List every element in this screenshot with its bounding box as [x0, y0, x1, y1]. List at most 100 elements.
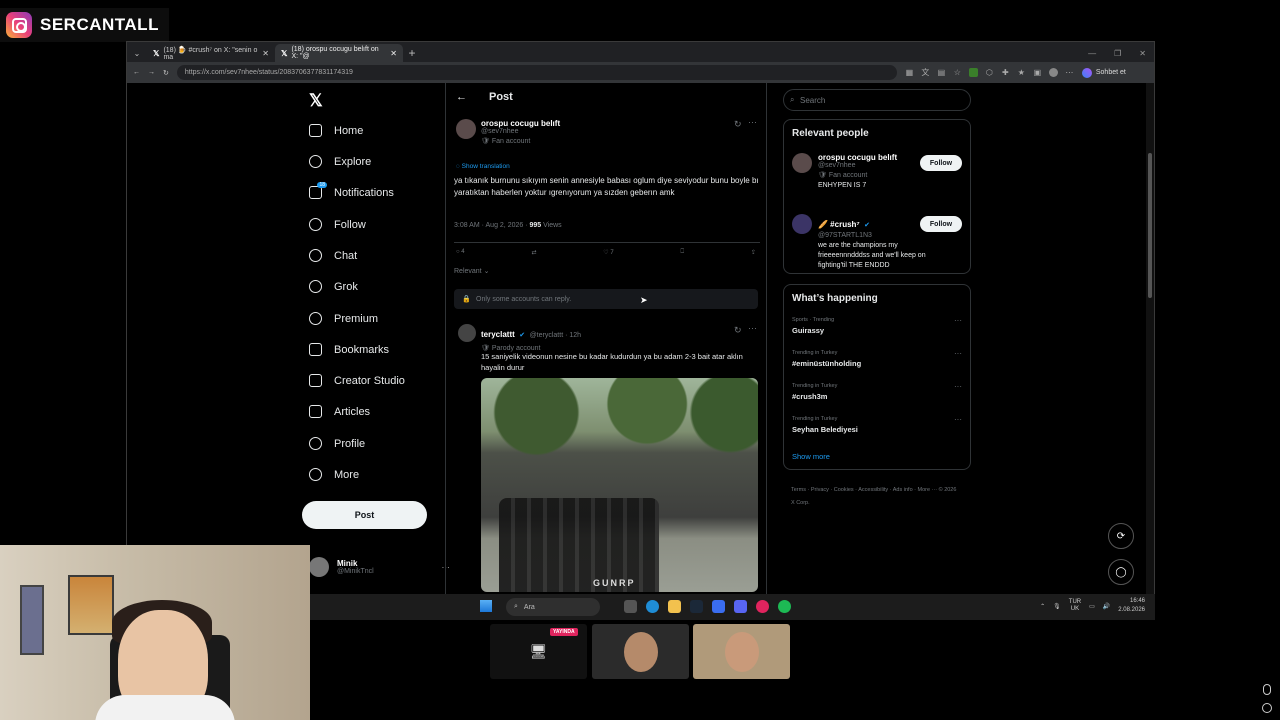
avatar[interactable]	[792, 153, 812, 173]
close-tab-icon[interactable]: ✕	[390, 49, 397, 58]
minimize-icon[interactable]: —	[1088, 49, 1096, 58]
apps-icon[interactable]: ▦	[905, 68, 914, 77]
chevron-up-icon[interactable]: ⌃	[1040, 603, 1045, 610]
nav-premium[interactable]: Premium	[309, 312, 378, 325]
nav-chat[interactable]: Chat	[309, 249, 357, 262]
avatar[interactable]	[458, 324, 476, 342]
grok-icon[interactable]: ↻	[734, 325, 742, 336]
extension-icon[interactable]	[968, 68, 978, 77]
sort-dropdown[interactable]: Relevant ⌄	[454, 267, 489, 275]
reply-media-image[interactable]: GUNRP	[481, 378, 758, 592]
person-name[interactable]: 🥖 #crush⁷	[818, 220, 860, 229]
close-window-icon[interactable]: ✕	[1139, 49, 1146, 58]
grok-icon[interactable]: ↻	[734, 119, 742, 130]
post-button[interactable]: Post	[302, 501, 427, 529]
taskbar-search-input[interactable]: ⌕ Ara	[506, 598, 600, 616]
bookmark-button[interactable]: ⎕	[681, 249, 685, 256]
footer-links[interactable]: Terms · Privacy · Cookies · Accessibilit…	[791, 484, 961, 510]
nav-profile[interactable]: Profile	[309, 437, 365, 450]
collections-icon[interactable]: ▣	[1033, 68, 1042, 77]
favorites-bar-icon[interactable]: ★	[1017, 68, 1026, 77]
translate-icon[interactable]: 文	[921, 68, 930, 77]
gear-icon[interactable]	[1262, 703, 1272, 713]
discord-icon[interactable]	[734, 600, 747, 613]
author-handle[interactable]: @sev7nhee	[481, 128, 560, 135]
mic-tray-icon[interactable]: 🎙	[1053, 603, 1061, 610]
more-options-icon[interactable]: ···	[748, 117, 757, 127]
reply-button[interactable]: ○ 4	[456, 249, 465, 256]
share-button[interactable]: ⇪	[751, 249, 756, 256]
x-logo-icon[interactable]: 𝕏	[309, 91, 323, 111]
tab-post[interactable]: 𝕏 (18) orospu cocugu belıft on X: "@ ✕	[275, 44, 403, 62]
volume-icon[interactable]: 🔊	[1103, 603, 1110, 610]
scrollbar[interactable]	[1146, 83, 1154, 618]
trend-name[interactable]: #eminüstünholding	[792, 359, 861, 368]
person-handle[interactable]: @97STARTL1N3	[818, 232, 948, 239]
task-view-icon[interactable]	[624, 600, 637, 613]
person-handle[interactable]: @sev7nhee	[818, 162, 918, 169]
back-arrow-icon[interactable]: ←	[456, 91, 467, 103]
person-name[interactable]: orospu cocugu belıft	[818, 153, 918, 162]
show-translation-link[interactable]: ◌ Show translation	[456, 163, 510, 170]
nav-bookmarks[interactable]: Bookmarks	[309, 343, 389, 356]
back-icon[interactable]: ←	[133, 69, 140, 76]
more-options-icon[interactable]: ···	[954, 349, 962, 358]
reader-icon[interactable]: ▤	[937, 68, 946, 77]
app-icon[interactable]	[756, 600, 769, 613]
browser-menu-icon[interactable]: ⋯	[1065, 68, 1074, 77]
repost-button[interactable]: ⇄	[531, 249, 536, 256]
start-icon[interactable]	[480, 600, 492, 612]
trend-name[interactable]: Seyhan Belediyesi	[792, 425, 858, 434]
nav-creator-studio[interactable]: Creator Studio	[309, 374, 405, 387]
extension2-icon[interactable]: ⬡	[985, 68, 994, 77]
nav-follow[interactable]: Follow	[309, 218, 366, 231]
nav-articles[interactable]: Articles	[309, 405, 370, 418]
favorite-icon[interactable]: ☆	[953, 68, 962, 77]
new-tab-button[interactable]: +	[403, 44, 421, 62]
avatar[interactable]	[456, 119, 476, 139]
forward-icon[interactable]: →	[148, 69, 155, 76]
messages-fab-icon[interactable]: ◯	[1108, 559, 1134, 585]
follow-button[interactable]: Follow	[920, 216, 962, 232]
file-explorer-icon[interactable]	[668, 600, 681, 613]
profile-avatar-icon[interactable]	[1048, 68, 1058, 77]
trend-name[interactable]: Guirassy	[792, 326, 824, 335]
follow-button[interactable]: Follow	[920, 155, 962, 171]
author-name[interactable]: orospu cocugu belıft	[481, 119, 560, 128]
search-input[interactable]: ⌕ Search	[783, 89, 971, 111]
tab-list-button[interactable]: ⌄	[127, 44, 147, 62]
copilot-chat-button[interactable]: Sohbet et	[1081, 67, 1126, 78]
more-options-icon[interactable]: ···	[954, 382, 962, 391]
maximize-icon[interactable]: ❐	[1114, 49, 1121, 58]
more-options-icon[interactable]: ···	[954, 316, 962, 325]
like-button[interactable]: ♡ 7	[603, 249, 613, 256]
avatar[interactable]	[792, 214, 812, 234]
close-tab-icon[interactable]: ✕	[262, 49, 269, 58]
puzzle-icon[interactable]: ✚	[1001, 68, 1010, 77]
nav-grok[interactable]: Grok	[309, 280, 358, 293]
url-field[interactable]: https://x.com/sev7nhee/status/2083706377…	[176, 65, 897, 80]
more-options-icon[interactable]: ···	[748, 323, 757, 333]
app-icon[interactable]	[712, 600, 725, 613]
participant-tile[interactable]	[693, 624, 790, 679]
scroll-thumb[interactable]	[1148, 153, 1152, 298]
edge-icon[interactable]	[646, 600, 659, 613]
participant-tile[interactable]	[592, 624, 689, 679]
language-indicator[interactable]: TUR UK	[1069, 599, 1081, 613]
reply-author-name[interactable]: teryclattt	[481, 330, 515, 339]
grok-fab-icon[interactable]: ⟳	[1108, 523, 1134, 549]
clock[interactable]: 16:46 2.08.2026	[1118, 597, 1145, 615]
nav-notifications[interactable]: 18 Notifications	[309, 182, 394, 199]
nav-home[interactable]: Home	[309, 124, 363, 137]
reply-handle[interactable]: @teryclattt · 12h	[530, 332, 581, 339]
show-more-link[interactable]: Show more	[792, 452, 830, 461]
nav-more[interactable]: More	[309, 468, 359, 481]
reload-icon[interactable]: ↻	[163, 69, 169, 77]
more-options-icon[interactable]: ···	[954, 415, 962, 424]
mic-icon[interactable]	[1263, 684, 1271, 695]
tab-crush[interactable]: 𝕏 (18) 🍺 #crush⁷ on X: "senin o ma ✕	[147, 44, 275, 62]
account-switcher[interactable]: Minik @MinikTncl ···	[309, 557, 450, 577]
spotify-icon[interactable]	[778, 600, 791, 613]
network-icon[interactable]: ▭	[1089, 603, 1095, 610]
nav-explore[interactable]: Explore	[309, 155, 371, 168]
